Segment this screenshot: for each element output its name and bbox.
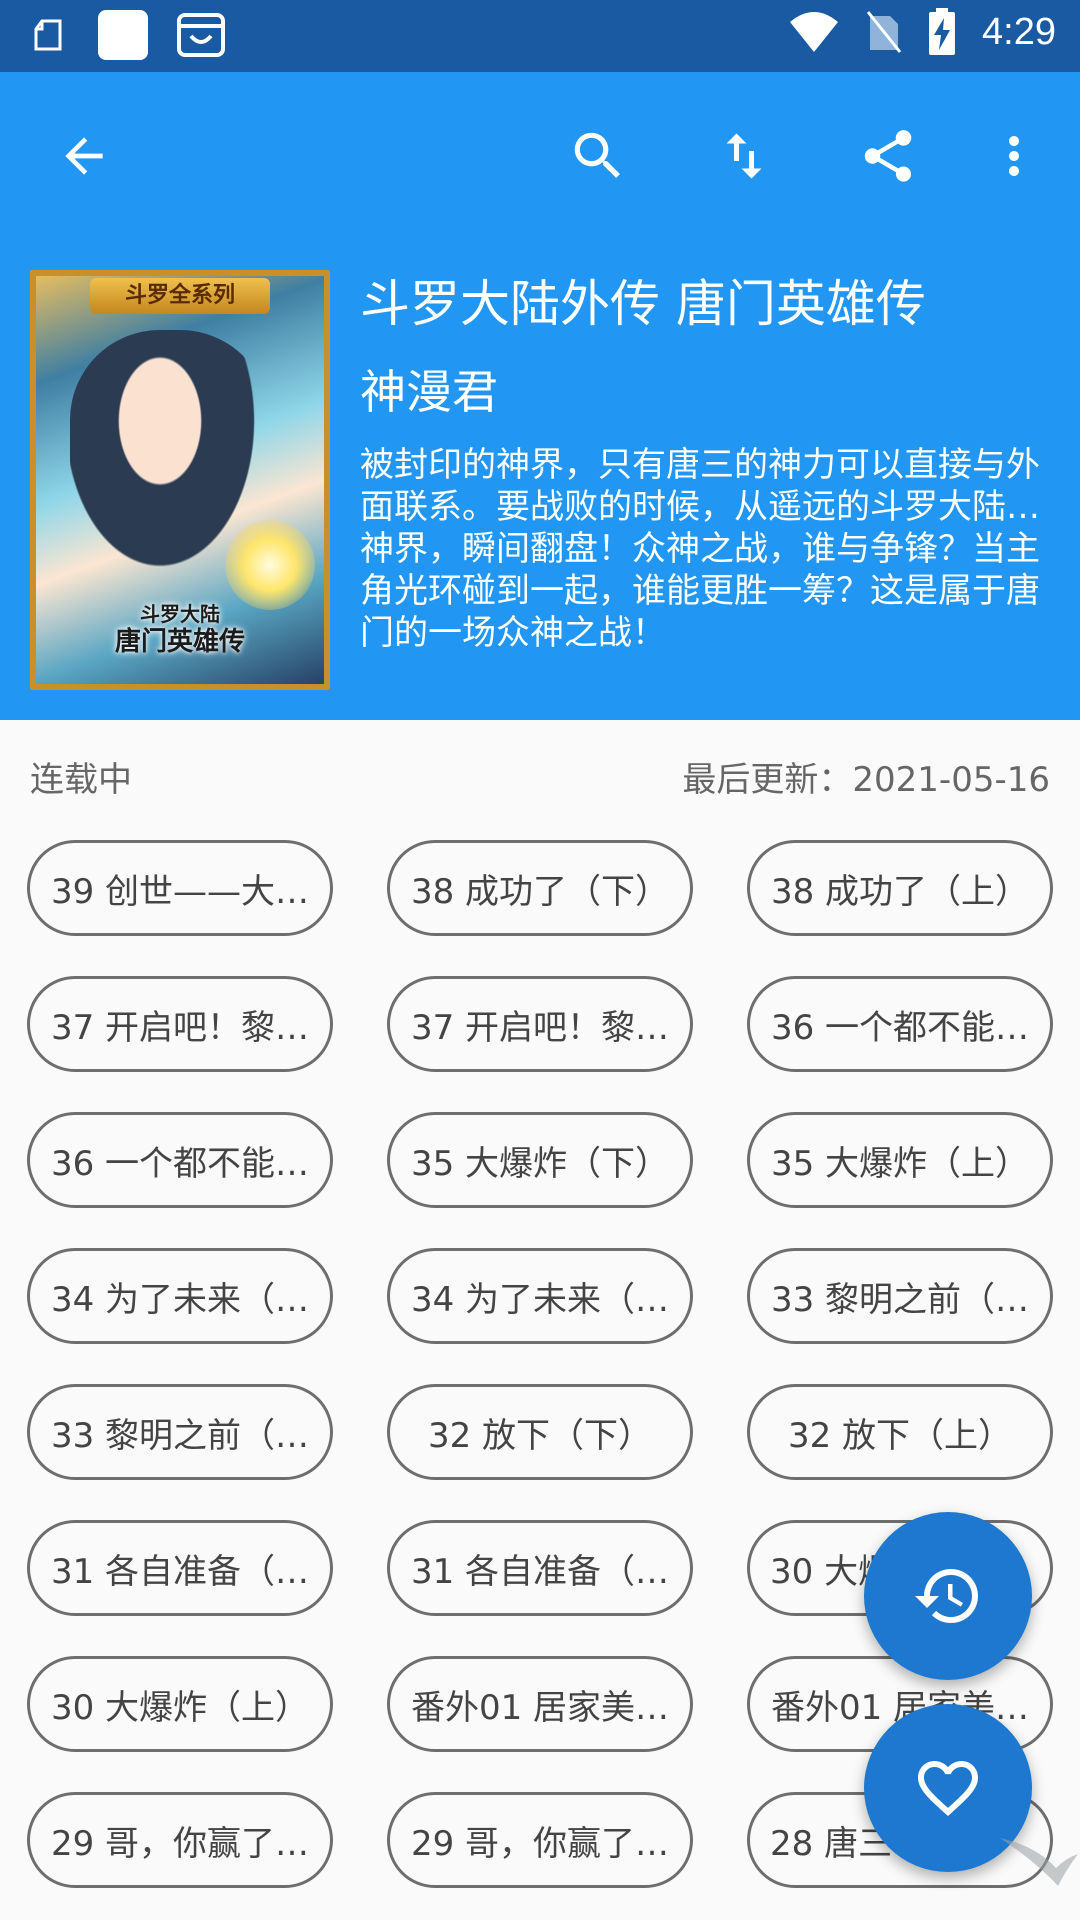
last-update: 最后更新：2021-05-16 [682,760,1050,800]
chapter-label: 36 一个都不能… [50,1143,310,1184]
chapter-chip[interactable]: 31 各自准备（… [27,1520,333,1616]
shop-notification-icon [177,13,225,57]
cover-frame [30,270,330,690]
book-cover[interactable]: 斗罗全系列 斗罗大陆 唐门英雄传 [30,270,330,690]
chapter-chip[interactable]: 31 各自准备（… [387,1520,693,1616]
more-vert-icon [1009,136,1019,176]
notification-icons [30,10,226,60]
chapter-chip[interactable]: 37 开启吧！黎… [387,976,693,1072]
chapter-chip[interactable]: 32 放下（下） [387,1384,693,1480]
chapter-chip[interactable]: 35 大爆炸（下） [387,1112,693,1208]
clock: 4:29 [982,10,1056,53]
chapter-chip[interactable]: 36 一个都不能… [27,1112,333,1208]
share-icon [864,130,912,182]
chapter-label: 35 大爆炸（下） [410,1143,670,1184]
chapter-label: 34 为了未来（… [50,1279,310,1320]
book-title: 斗罗大陆外传 唐门英雄传 [360,275,926,333]
chapter-label: 33 黎明之前（… [770,1279,1030,1320]
chapter-label: 34 为了未来（… [410,1279,670,1320]
chapter-label: 31 各自准备（… [50,1551,310,1592]
chapter-chip[interactable]: 番外01 居家美… [387,1656,693,1752]
chapter-label: 36 一个都不能… [770,1007,1030,1048]
chapter-chip[interactable]: 33 黎明之前（… [747,1248,1053,1344]
chapter-label: 38 成功了（下） [410,871,670,912]
chapter-chip[interactable]: 30 大爆炸（上） [27,1656,333,1752]
wifi-icon [790,12,839,52]
status-bar: 4:29 [0,0,1080,72]
chapter-label: 37 开启吧！黎… [50,1007,310,1048]
search-button[interactable] [562,120,634,192]
chapter-chip[interactable]: 34 为了未来（… [27,1248,333,1344]
chapter-label: 35 大爆炸（上） [770,1143,1030,1184]
chapter-label: 33 黎明之前（… [50,1415,310,1456]
chapter-label: 31 各自准备（… [410,1551,670,1592]
info-row: 连载中 最后更新：2021-05-16 [0,748,1080,802]
bird-watermark-icon [1000,1838,1078,1886]
chapter-label: 29 哥，你赢了… [410,1823,670,1864]
chapter-chip[interactable]: 38 成功了（下） [387,840,693,936]
book-description: 被封印的神界，只有唐三的神力可以直接与外面联系。要战败的时候，从遥远的斗罗大陆…… [360,445,1040,653]
chapter-chip[interactable]: 37 开启吧！黎… [27,976,333,1072]
chapter-label: 37 开启吧！黎… [410,1007,670,1048]
sort-button[interactable] [708,120,780,192]
back-button[interactable] [48,120,120,192]
continue-reading-fab[interactable] [864,1512,1032,1680]
battery-charging-icon [929,8,956,55]
chapter-chip[interactable]: 29 哥，你赢了… [387,1792,693,1888]
chapter-label: 32 放下（下） [427,1415,653,1456]
chapter-chip[interactable]: 35 大爆炸（上） [747,1112,1053,1208]
chapter-label: 番外01 居家美… [410,1687,670,1728]
book-header: 斗罗全系列 斗罗大陆 唐门英雄传 斗罗大陆外传 唐门英雄传 神漫君 被封印的神界… [0,72,1080,720]
chapter-chip[interactable]: 33 黎明之前（… [27,1384,333,1480]
chapter-chip[interactable]: 34 为了未来（… [387,1248,693,1344]
system-icons: 4:29 [788,8,1056,56]
bag-notification-icon [34,19,62,51]
no-sim-icon [866,11,902,53]
app-notification-icon [98,10,148,60]
serial-status: 连载中 [30,760,132,800]
chapter-chip[interactable]: 29 哥，你赢了… [27,1792,333,1888]
history-icon [915,1569,978,1623]
arrow-back-icon [65,137,103,175]
chapter-label: 30 大爆炸（上） [50,1687,310,1728]
swap-vertical-icon [726,133,762,179]
search-icon [574,132,620,178]
chapter-label: 38 成功了（上） [770,871,1030,912]
toolbar [0,72,1080,238]
chapter-chip[interactable]: 38 成功了（上） [747,840,1053,936]
chapter-chip[interactable]: 39 创世——大… [27,840,333,936]
chapter-chip[interactable]: 32 放下（上） [747,1384,1053,1480]
chapter-label: 39 创世——大… [50,871,310,912]
chapter-chip[interactable]: 36 一个都不能… [747,976,1053,1072]
more-options-button[interactable] [978,120,1050,192]
chapter-label: 29 哥，你赢了… [50,1823,310,1864]
heart-outline-icon [918,1761,978,1817]
chapter-label: 32 放下（上） [787,1415,1013,1456]
book-author: 神漫君 [360,365,498,419]
share-button[interactable] [852,120,924,192]
